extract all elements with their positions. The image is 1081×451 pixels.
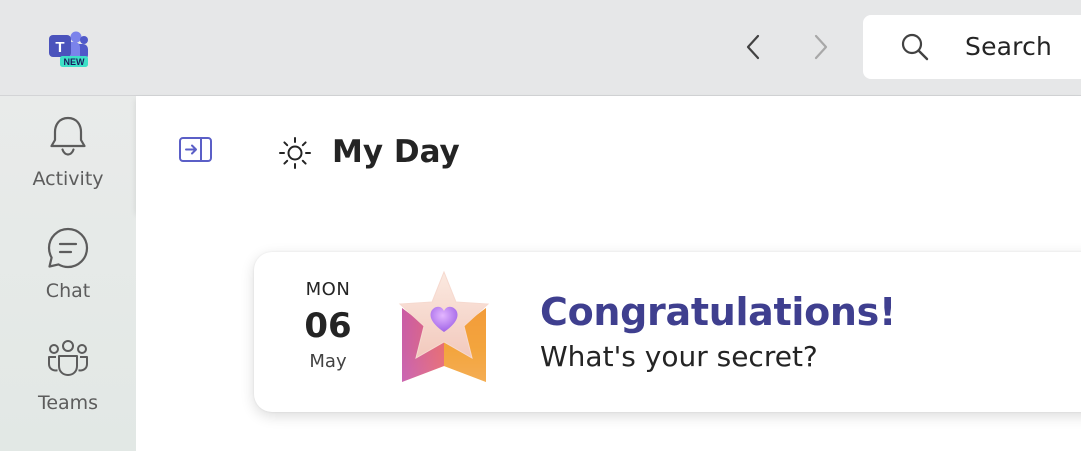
chevron-right-icon [814,34,828,60]
chat-icon [47,227,89,269]
teams-logo-icon: T NEW [46,28,90,70]
svg-text:T: T [55,39,64,56]
date-day: 06 [304,306,352,346]
title-bar: T NEW Search [0,0,1081,96]
celebration-card[interactable]: MON 06 May Congratulations! What's your … [254,252,1081,412]
teams-icon [48,340,88,376]
main-pane: My Day MON 06 May Congratulations! What'… [136,96,1081,451]
back-button[interactable] [738,30,770,64]
star-heart-illustration-icon [398,270,490,382]
app-rail: Activity Chat Teams [0,96,136,451]
rail-label-teams: Teams [37,392,99,414]
date-month: May [309,351,347,372]
search-placeholder: Search [965,32,1053,61]
rail-item-activity[interactable]: Activity [0,96,136,204]
page-title: My Day [332,134,460,170]
search-box[interactable]: Search [863,15,1081,79]
rail-item-teams[interactable]: Teams [0,320,136,428]
rail-item-chat[interactable]: Chat [0,208,136,316]
svg-text:NEW: NEW [64,57,86,67]
date-weekday: MON [305,279,351,300]
page-header: My Day [136,96,1081,212]
card-date: MON 06 May [288,278,368,374]
card-subtitle: What's your secret? [540,340,818,373]
sun-icon [279,137,311,169]
panel-expand-icon [179,137,212,162]
bell-icon [50,116,86,156]
forward-button[interactable] [804,30,836,64]
feed-area: MON 06 May Congratulations! What's your … [136,212,1081,451]
chevron-left-icon [746,34,760,60]
card-title: Congratulations! [540,290,897,334]
rail-label-chat: Chat [45,280,91,302]
search-icon [901,33,929,61]
rail-label-activity: Activity [32,168,104,190]
expand-panel-button[interactable] [178,135,214,165]
